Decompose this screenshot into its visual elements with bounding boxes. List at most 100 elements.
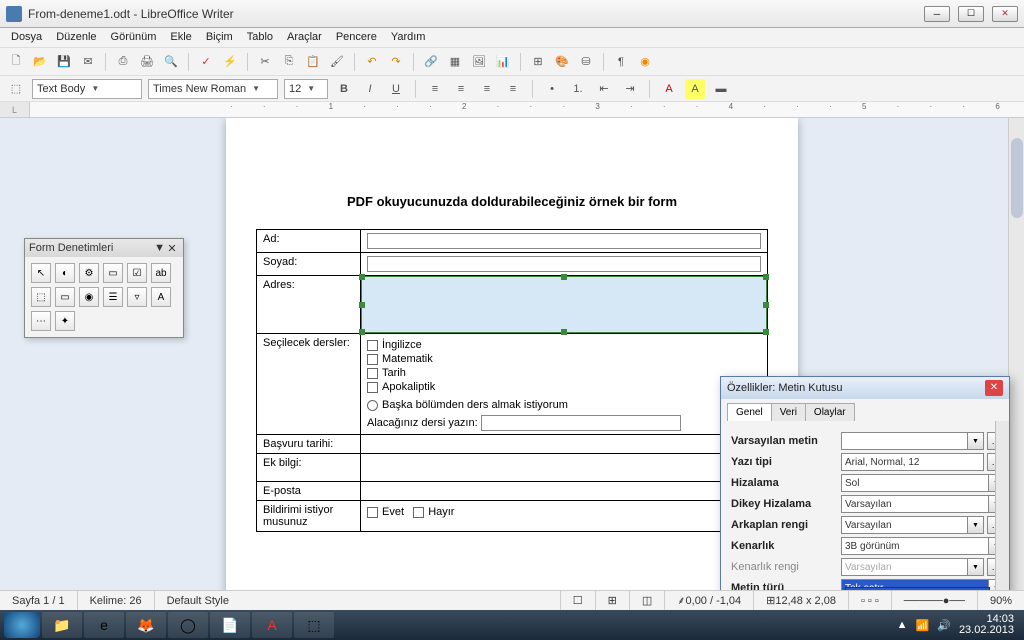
form-icon[interactable]: ▭ [103,263,123,283]
status-sel-icon[interactable]: ◫ [630,591,665,610]
prop-field-arkaplan[interactable]: Varsayılan [841,516,968,534]
new-icon[interactable]: 🗋 [6,52,26,72]
paragraph-style-combo[interactable]: Text Body▼ [32,79,142,99]
status-zoom-slider[interactable]: ─────●── [892,591,978,610]
prop-field-varsayilan[interactable] [841,432,968,450]
status-words[interactable]: Kelime: 26 [78,591,155,610]
prop-field-yazitipi[interactable]: Arial, Normal, 12 [841,453,984,471]
status-insert-icon[interactable]: ⊞ [596,591,630,610]
indent-icon[interactable]: ⇥ [620,79,640,99]
select-tool-icon[interactable]: ↖ [31,263,51,283]
align-right-icon[interactable]: ≡ [477,79,497,99]
task-writer-icon[interactable]: 📄 [210,612,250,638]
status-lang-icon[interactable]: ☐ [561,591,596,610]
checkbox-matematik[interactable]: Matematik [367,353,761,365]
pdf-icon[interactable]: ⎙ [113,52,133,72]
font-size-combo[interactable]: 12▼ [284,79,328,99]
control-icon[interactable]: ⚙ [79,263,99,283]
bold-icon[interactable]: B [334,79,354,99]
metinturu-dropdown[interactable]: Tek-satır▼ Tek-satır Çoklu-Satır Biçimle… [845,587,990,590]
bullets-icon[interactable]: • [542,79,562,99]
status-view-icons[interactable]: ▫ ▫ ▫ [849,591,892,610]
status-zoom[interactable]: 90% [978,591,1024,610]
chart-icon[interactable]: 📊 [493,52,513,72]
cut-icon[interactable]: ✂ [255,52,275,72]
textbox-icon[interactable]: ab [151,263,171,283]
autospell-icon[interactable]: ⚡ [220,52,240,72]
form-controls-panel[interactable]: Form Denetimleri ▼ ✕ ↖ ◐ ⚙ ▭ ☑ ab ⬚ ▭ ◉ … [24,238,184,338]
dialog-close-icon[interactable]: ✕ [985,380,1003,396]
menu-file[interactable]: Dosya [4,28,49,47]
tray-clock[interactable]: 14:0323.02.2013 [959,614,1014,636]
menu-edit[interactable]: Düzenle [49,28,103,47]
task-explorer-icon[interactable]: 📁 [42,612,82,638]
vertical-scrollbar[interactable] [1008,118,1024,590]
dropdown-arrow-icon[interactable]: ▼ [968,432,984,450]
brush-icon[interactable]: 🖌 [327,52,347,72]
checkbox-tarih[interactable]: Tarih [367,367,761,379]
menu-tools[interactable]: Araçlar [280,28,329,47]
print-icon[interactable]: 🖨 [137,52,157,72]
spell-icon[interactable]: ✓ [196,52,216,72]
datasource-icon[interactable]: ⛁ [576,52,596,72]
tray-flag-icon[interactable]: ▲ [897,619,908,631]
prop-field-hizalama[interactable]: Sol [841,474,989,492]
panel-close-icon[interactable]: ✕ [165,242,179,255]
link-icon[interactable]: 🔗 [421,52,441,72]
menu-table[interactable]: Tablo [240,28,280,47]
menu-window[interactable]: Pencere [329,28,384,47]
help-icon[interactable]: ◉ [635,52,655,72]
font-color-icon[interactable]: A [659,79,679,99]
minimize-button[interactable]: ─ [924,6,950,22]
preview-icon[interactable]: 🔍 [161,52,181,72]
status-page[interactable]: Sayfa 1 / 1 [0,591,78,610]
paste-icon[interactable]: 📋 [303,52,323,72]
styles-icon[interactable]: ⬚ [6,79,26,99]
combobox-icon[interactable]: ▿ [127,287,147,307]
mail-icon[interactable]: ✉ [78,52,98,72]
panel-dropdown-icon[interactable]: ▼ [154,242,165,254]
open-icon[interactable]: 📂 [30,52,50,72]
task-app-icon[interactable]: ⬚ [294,612,334,638]
image-icon[interactable]: 🖼 [469,52,489,72]
underline-icon[interactable]: U [386,79,406,99]
task-ie-icon[interactable]: e [84,612,124,638]
font-name-combo[interactable]: Times New Roman▼ [148,79,278,99]
tray-volume-icon[interactable]: 🔊 [937,619,951,632]
italic-icon[interactable]: I [360,79,380,99]
input-soyad[interactable] [367,256,761,272]
formatted-icon[interactable]: ⬚ [31,287,51,307]
menu-format[interactable]: Biçim [199,28,240,47]
more-icon[interactable]: ⋯ [31,311,51,331]
horizontal-ruler[interactable]: · · · 1 · · · 2 · · · 3 · · · 4 · · · 5 … [30,102,1024,117]
align-center-icon[interactable]: ≡ [451,79,471,99]
properties-dialog[interactable]: Özellikler: Metin Kutusu ✕ Genel Veri Ol… [720,376,1010,590]
table-icon[interactable]: ▦ [445,52,465,72]
listbox-icon[interactable]: ☰ [103,287,123,307]
checkbox-apokaliptik[interactable]: Apokaliptik [367,381,761,393]
checkbox-icon[interactable]: ☑ [127,263,147,283]
pushbutton-icon[interactable]: ▭ [55,287,75,307]
align-left-icon[interactable]: ≡ [425,79,445,99]
properties-scrollbar[interactable] [995,421,1009,590]
design-mode-icon[interactable]: ◐ [55,263,75,283]
input-adres-selected[interactable] [361,276,767,333]
bgcolor-icon[interactable]: ▬ [711,79,731,99]
start-button[interactable] [4,612,40,638]
prop-field-dikey[interactable]: Varsayılan [841,495,989,513]
tab-veri[interactable]: Veri [771,403,806,421]
align-justify-icon[interactable]: ≡ [503,79,523,99]
menu-insert[interactable]: Ekle [163,28,198,47]
copy-icon[interactable]: ⎘ [279,52,299,72]
task-chrome-icon[interactable]: ◯ [168,612,208,638]
checkbox-hayir[interactable]: Hayır [413,506,454,518]
status-style[interactable]: Default Style [155,591,561,610]
input-ders[interactable] [481,415,681,431]
document-page[interactable]: PDF okuyucunuzda doldurabileceğiniz örne… [226,118,798,590]
wizard-icon[interactable]: ✦ [55,311,75,331]
prop-field-kenarlik[interactable]: 3B görünüm [841,537,989,555]
tab-genel[interactable]: Genel [727,403,772,421]
tab-olaylar[interactable]: Olaylar [805,403,855,421]
panel-header[interactable]: Form Denetimleri ▼ ✕ [25,239,183,257]
checkbox-evet[interactable]: Evet [367,506,404,518]
